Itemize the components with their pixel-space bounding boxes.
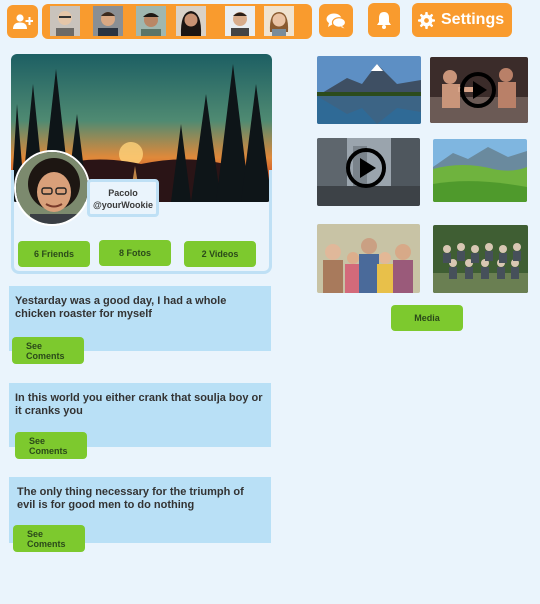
- see-comments-button[interactable]: See Coments: [13, 525, 85, 552]
- friend-avatar[interactable]: [225, 6, 255, 36]
- friends-avatar-bar: [42, 4, 312, 39]
- profile-avatar[interactable]: [14, 150, 90, 226]
- add-friend-button[interactable]: [7, 5, 38, 38]
- friend-avatar[interactable]: [136, 6, 166, 36]
- post-text: Yestarday was a good day, I had a whole …: [15, 295, 227, 320]
- friend-avatar[interactable]: [93, 6, 123, 36]
- post-text: The only thing necessary for the triumph…: [17, 486, 244, 511]
- notifications-button[interactable]: [368, 3, 400, 37]
- comments-icon: [326, 13, 346, 28]
- videos-button[interactable]: 2 Videos: [184, 241, 256, 267]
- settings-label: Settings: [441, 11, 505, 28]
- media-image-group-photo[interactable]: [433, 225, 528, 293]
- see-comments-label: See Coments: [29, 436, 68, 456]
- profile-name-card: Pacolo @yourWookie: [87, 179, 159, 217]
- user-plus-icon: [12, 13, 33, 29]
- friend-avatar[interactable]: [176, 6, 206, 36]
- see-comments-button[interactable]: See Coments: [12, 337, 84, 364]
- settings-button[interactable]: Settings: [412, 3, 512, 37]
- media-image-green-valley[interactable]: [433, 139, 527, 202]
- friend-avatar[interactable]: [264, 6, 294, 36]
- friend-avatar[interactable]: [50, 6, 80, 36]
- media-video-city-street[interactable]: [317, 138, 420, 206]
- media-image-family-photo[interactable]: [317, 224, 420, 293]
- friends-button[interactable]: 6 Friends: [18, 241, 90, 267]
- bell-icon: [377, 12, 391, 29]
- chat-button[interactable]: [319, 4, 353, 37]
- media-video-fight[interactable]: [430, 57, 528, 123]
- fotos-button[interactable]: 8 Fotos: [99, 240, 171, 266]
- see-comments-button[interactable]: See Coments: [15, 432, 87, 459]
- see-comments-label: See Coments: [27, 529, 66, 549]
- post-text: In this world you either crank that soul…: [15, 392, 263, 417]
- see-comments-label: See Coments: [26, 341, 65, 361]
- profile-name: Pacolo: [108, 188, 138, 198]
- gear-icon: [418, 11, 435, 29]
- media-image-mountain-lake[interactable]: [317, 56, 421, 124]
- profile-handle: @yourWookie: [92, 200, 154, 210]
- media-button[interactable]: Media: [391, 305, 463, 331]
